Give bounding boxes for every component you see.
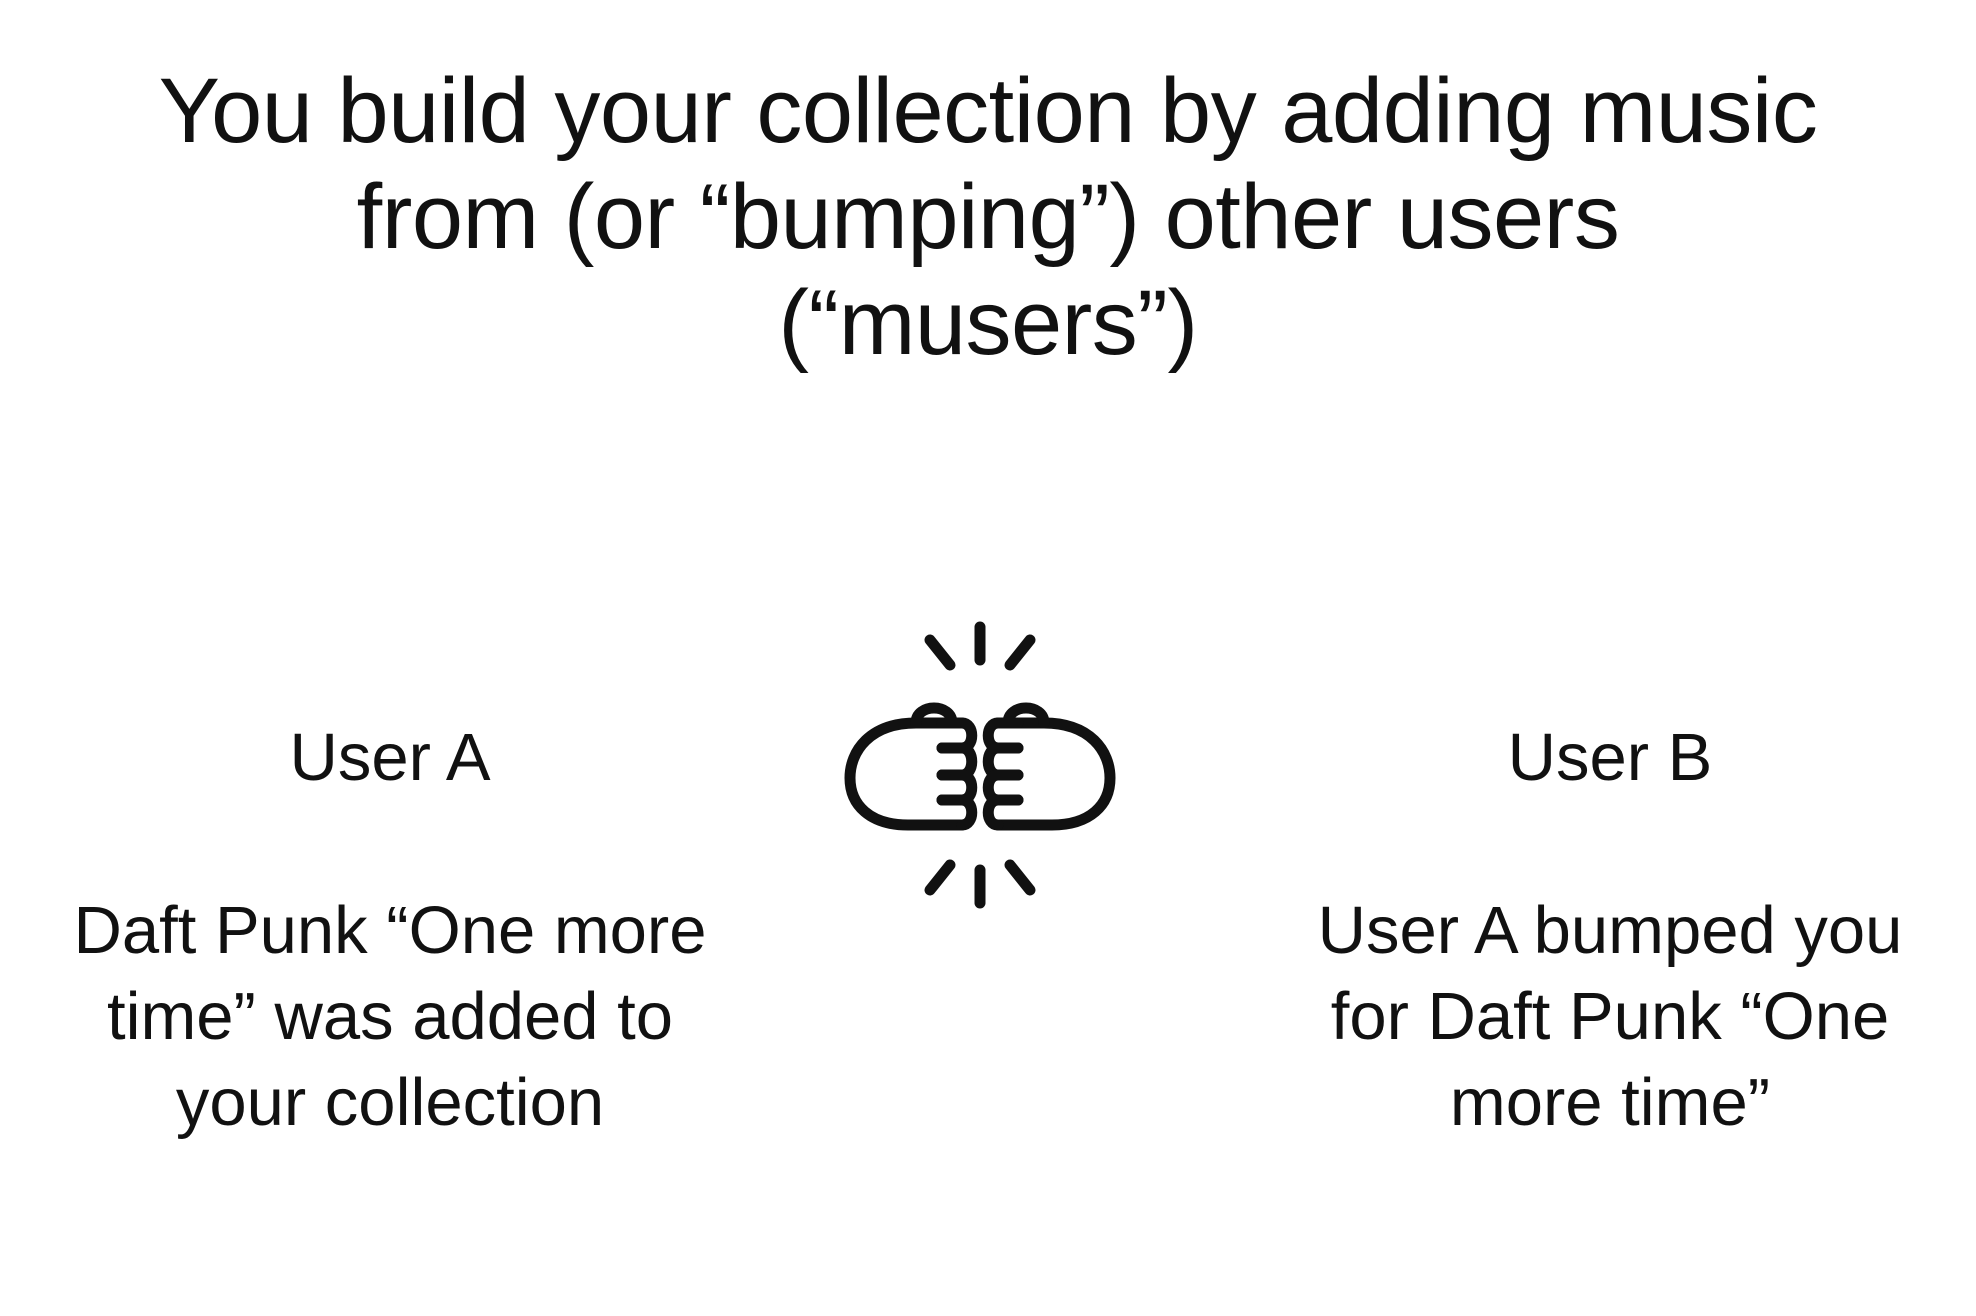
- slide-title: You build your collection by adding musi…: [0, 58, 1976, 376]
- user-b-message: User A bumped you for Daft Punk “One mor…: [1260, 888, 1960, 1146]
- slide-title-line: You build your collection by adding musi…: [158, 60, 1818, 162]
- user-b-message-line: User A bumped you: [1317, 893, 1903, 968]
- user-b-message-line: more time”: [1449, 1065, 1771, 1140]
- user-a-message: Daft Punk “One more time” was added to y…: [40, 888, 740, 1146]
- impact-line: [924, 634, 956, 671]
- impact-line: [1004, 634, 1036, 671]
- user-a-name: User A: [289, 720, 491, 795]
- fist-bump-icon: [830, 615, 1130, 915]
- slide-title-line: from (or “bumping”) other users: [356, 166, 1620, 268]
- user-a-message-line: time” was added to: [106, 979, 674, 1054]
- user-a-message-line: your collection: [175, 1065, 605, 1140]
- impact-line: [1004, 859, 1036, 896]
- impact-line: [924, 859, 956, 896]
- slide-title-line: (“musers”): [778, 272, 1198, 374]
- user-a-message-line: Daft Punk “One more: [73, 893, 707, 968]
- user-b-message-line: for Daft Punk “One: [1330, 979, 1890, 1054]
- user-b-name: User B: [1507, 720, 1713, 795]
